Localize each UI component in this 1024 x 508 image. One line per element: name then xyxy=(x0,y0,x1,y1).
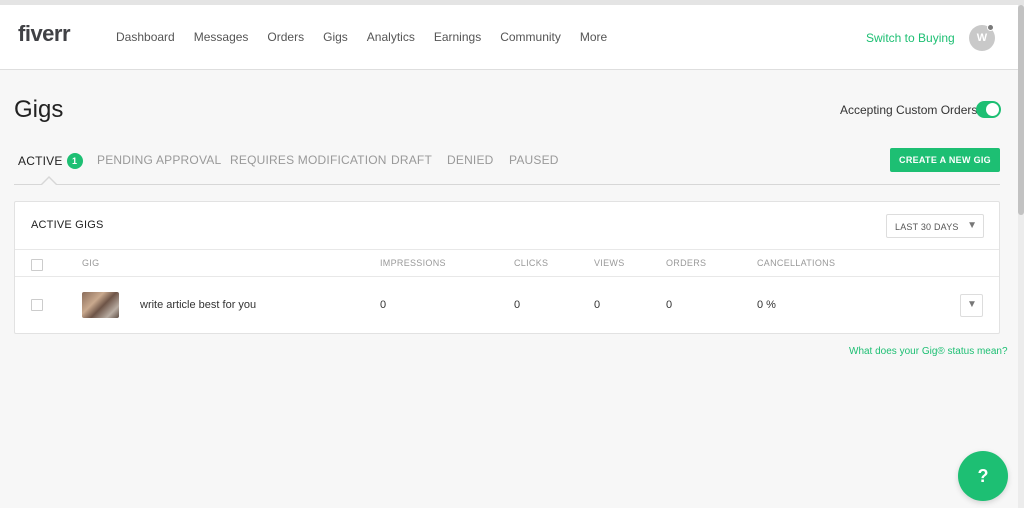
online-status-dot xyxy=(987,24,994,31)
chevron-down-icon: ▼ xyxy=(967,220,977,231)
help-icon: ? xyxy=(977,465,989,486)
tab-draft[interactable]: DRAFT xyxy=(391,153,432,167)
switch-to-buying-link[interactable]: Switch to Buying xyxy=(866,31,955,45)
gig-title-link[interactable]: write article best for you xyxy=(140,299,256,311)
column-header-clicks: CLICKS xyxy=(514,258,549,268)
tab-requires-modification[interactable]: REQUIRES MODIFICATION xyxy=(230,153,387,167)
page-scrollbar-thumb[interactable] xyxy=(1018,5,1024,215)
gig-status-tabs: ACTIVE 1 PENDING APPROVAL REQUIRES MODIFI… xyxy=(14,146,1000,185)
toggle-knob xyxy=(986,103,999,116)
tab-active-label: ACTIVE xyxy=(18,154,63,168)
gig-clicks: 0 xyxy=(514,299,521,311)
period-select[interactable]: LAST 30 DAYS ▼ xyxy=(886,214,984,238)
column-header-gig: GIG xyxy=(82,258,100,268)
nav-orders[interactable]: Orders xyxy=(267,30,304,44)
main-nav: Dashboard Messages Orders Gigs Analytics… xyxy=(116,30,626,44)
active-tab-indicator-inner xyxy=(42,178,56,185)
active-count-badge: 1 xyxy=(66,153,83,169)
row-actions-dropdown[interactable]: ▼ xyxy=(960,294,983,317)
create-new-gig-button[interactable]: CREATE A NEW GIG xyxy=(890,148,1000,172)
nav-dashboard[interactable]: Dashboard xyxy=(116,30,175,44)
tab-paused[interactable]: PAUSED xyxy=(509,153,559,167)
nav-gigs[interactable]: Gigs xyxy=(323,30,348,44)
nav-messages[interactable]: Messages xyxy=(194,30,249,44)
header-divider xyxy=(15,276,999,277)
column-header-impressions: IMPRESSIONS xyxy=(380,258,446,268)
column-header-views: VIEWS xyxy=(594,258,625,268)
row-checkbox[interactable] xyxy=(31,299,43,311)
nav-earnings[interactable]: Earnings xyxy=(434,30,481,44)
column-header-orders: ORDERS xyxy=(666,258,707,268)
card-title: ACTIVE GIGS xyxy=(31,219,104,231)
custom-orders-toggle[interactable] xyxy=(976,101,1001,118)
column-header-cancellations: CANCELLATIONS xyxy=(757,258,836,268)
card-divider xyxy=(15,249,999,250)
gig-status-help-link[interactable]: What does your Gig® status mean? xyxy=(849,346,1008,357)
tab-pending-approval[interactable]: PENDING APPROVAL xyxy=(97,153,221,167)
chevron-down-icon: ▼ xyxy=(967,299,977,310)
nav-community[interactable]: Community xyxy=(500,30,561,44)
gig-impressions: 0 xyxy=(380,299,387,311)
fiverr-logo[interactable]: fiverr xyxy=(18,21,71,47)
active-gigs-card: ACTIVE GIGS LAST 30 DAYS ▼ GIG IMPRESSIO… xyxy=(14,201,1000,334)
tab-active[interactable]: ACTIVE 1 xyxy=(18,153,83,169)
period-select-value: LAST 30 DAYS xyxy=(895,222,959,232)
help-button[interactable]: ? xyxy=(958,451,1008,501)
custom-orders-label: Accepting Custom Orders xyxy=(840,103,978,117)
gig-orders: 0 xyxy=(666,299,673,311)
gig-thumbnail[interactable] xyxy=(82,292,119,318)
top-header: fiverr Dashboard Messages Orders Gigs An… xyxy=(0,5,1018,70)
page-title: Gigs xyxy=(14,96,64,123)
gig-cancellations: 0 % xyxy=(757,299,776,311)
nav-analytics[interactable]: Analytics xyxy=(367,30,415,44)
nav-more[interactable]: More xyxy=(580,30,607,44)
gig-views: 0 xyxy=(594,299,601,311)
select-all-checkbox[interactable] xyxy=(31,259,43,271)
tab-denied[interactable]: DENIED xyxy=(447,153,494,167)
